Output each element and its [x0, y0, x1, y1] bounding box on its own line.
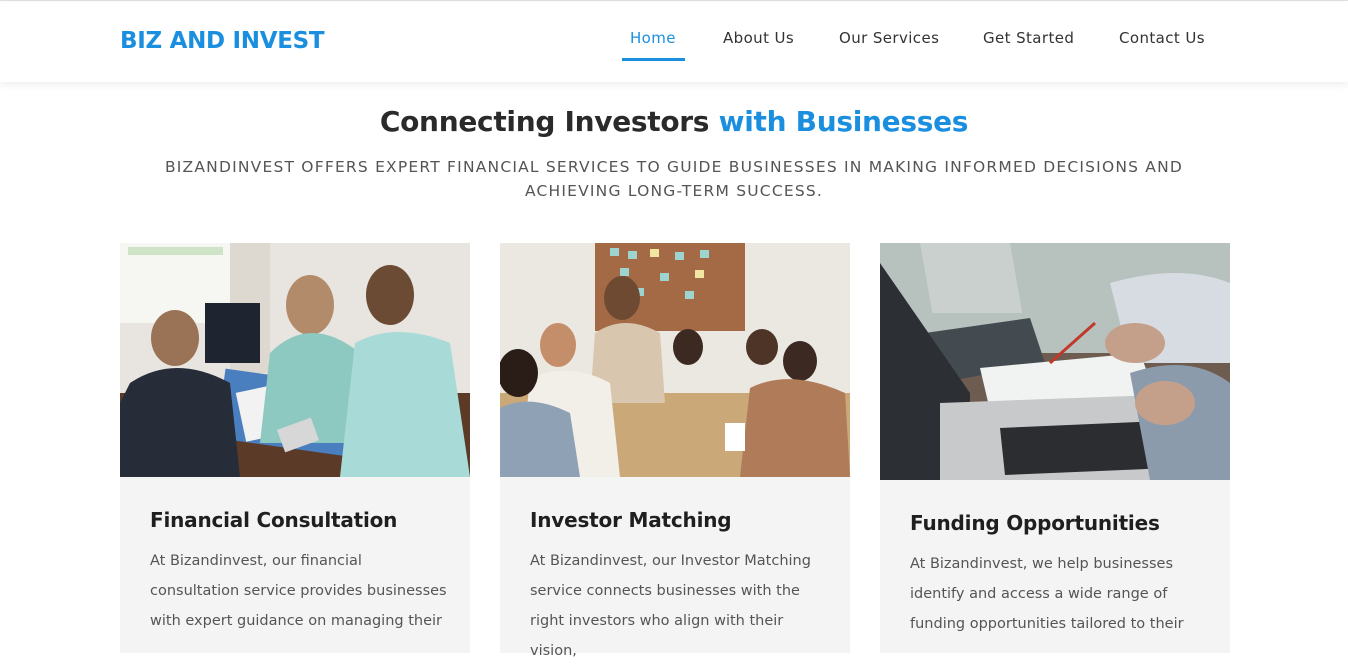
card-title: Funding Opportunities — [910, 511, 1160, 535]
card-description: At Bizandinvest, our financial consultat… — [150, 553, 447, 629]
service-card-funding-opportunities: Funding Opportunities At Bizandinvest, w… — [880, 243, 1230, 653]
nav-get-started[interactable]: Get Started — [983, 29, 1074, 47]
site-logo[interactable]: BIZ AND INVEST — [120, 28, 325, 54]
nav-our-services[interactable]: Our Services — [839, 29, 939, 47]
nav-active-underline — [622, 58, 685, 61]
card-description: At Bizandinvest, we help businesses iden… — [910, 556, 1184, 632]
nav-home[interactable]: Home — [630, 29, 676, 47]
card-description: At Bizandinvest, our Investor Matching s… — [530, 553, 811, 659]
site-header: BIZ AND INVEST Home About Us Our Service… — [0, 2, 1348, 82]
hero-title-accent: with Businesses — [718, 105, 969, 138]
card-image-team-handshake — [500, 243, 850, 477]
hero-subtitle: BIZANDINVEST OFFERS EXPERT FINANCIAL SER… — [164, 158, 1184, 200]
nav-contact-us[interactable]: Contact Us — [1119, 29, 1205, 47]
hero-title-main: Connecting Investors — [379, 105, 719, 138]
hero-title: Connecting Investors with Businesses — [0, 105, 1348, 138]
card-image-consultation-meeting — [120, 243, 470, 477]
nav-about-us[interactable]: About Us — [723, 29, 794, 47]
service-card-financial-consultation: Financial Consultation At Bizandinvest, … — [120, 243, 470, 653]
card-image-laptop-paperwork — [880, 243, 1230, 480]
card-title: Investor Matching — [530, 508, 732, 532]
card-title: Financial Consultation — [150, 508, 398, 532]
service-card-investor-matching: Investor Matching At Bizandinvest, our I… — [500, 243, 850, 659]
